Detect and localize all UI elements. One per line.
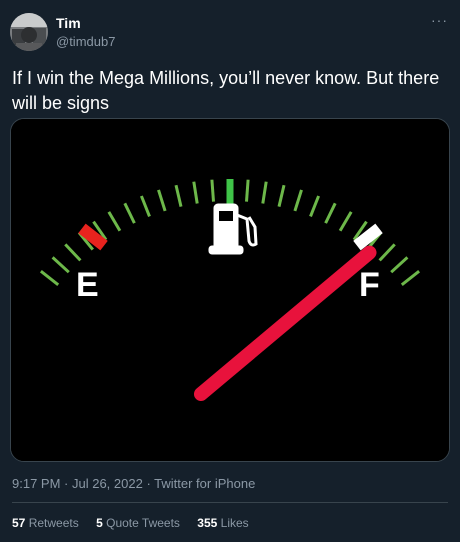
tweet-meta: 9:17 PM · Jul 26, 2022 · Twitter for iPh… [12, 476, 255, 491]
tweet-date[interactable]: Jul 26, 2022 [72, 476, 143, 491]
fuel-gauge-image: E F [11, 119, 449, 461]
retweets-count: 57 [12, 516, 26, 530]
likes-label: Likes [220, 516, 249, 530]
full-label: F [359, 266, 380, 304]
tweet-card: Tim @timdub7 ··· If I win the Mega Milli… [0, 0, 460, 542]
quote-tweets-stat[interactable]: 5 Quote Tweets [96, 516, 180, 530]
avatar-photo-icon [10, 13, 48, 51]
divider [12, 502, 448, 503]
tweet-text: If I win the Mega Millions, you’ll never… [12, 68, 440, 113]
gauge-tick [210, 179, 215, 202]
tweet-stats: 57 Retweets 5 Quote Tweets 355 Likes [12, 516, 263, 530]
tweet-media-image[interactable]: E F [10, 118, 450, 462]
meta-separator-2: · [142, 476, 155, 491]
quotes-count: 5 [96, 516, 103, 530]
likes-count: 355 [197, 516, 218, 530]
avatar[interactable] [10, 13, 48, 51]
gauge-tick [245, 179, 250, 202]
more-options-icon[interactable]: ··· [431, 12, 448, 28]
likes-stat[interactable]: 355 Likes [197, 516, 248, 530]
user-handle[interactable]: @timdub7 [56, 34, 115, 49]
tweet-source[interactable]: Twitter for iPhone [154, 476, 255, 491]
empty-label: E [76, 266, 99, 304]
retweets-label: Retweets [28, 516, 79, 530]
tweet-time[interactable]: 9:17 PM [12, 476, 60, 491]
quotes-label: Quote Tweets [106, 516, 180, 530]
display-name[interactable]: Tim [56, 15, 81, 31]
meta-separator: · [60, 476, 72, 491]
retweets-stat[interactable]: 57 Retweets [12, 516, 79, 530]
